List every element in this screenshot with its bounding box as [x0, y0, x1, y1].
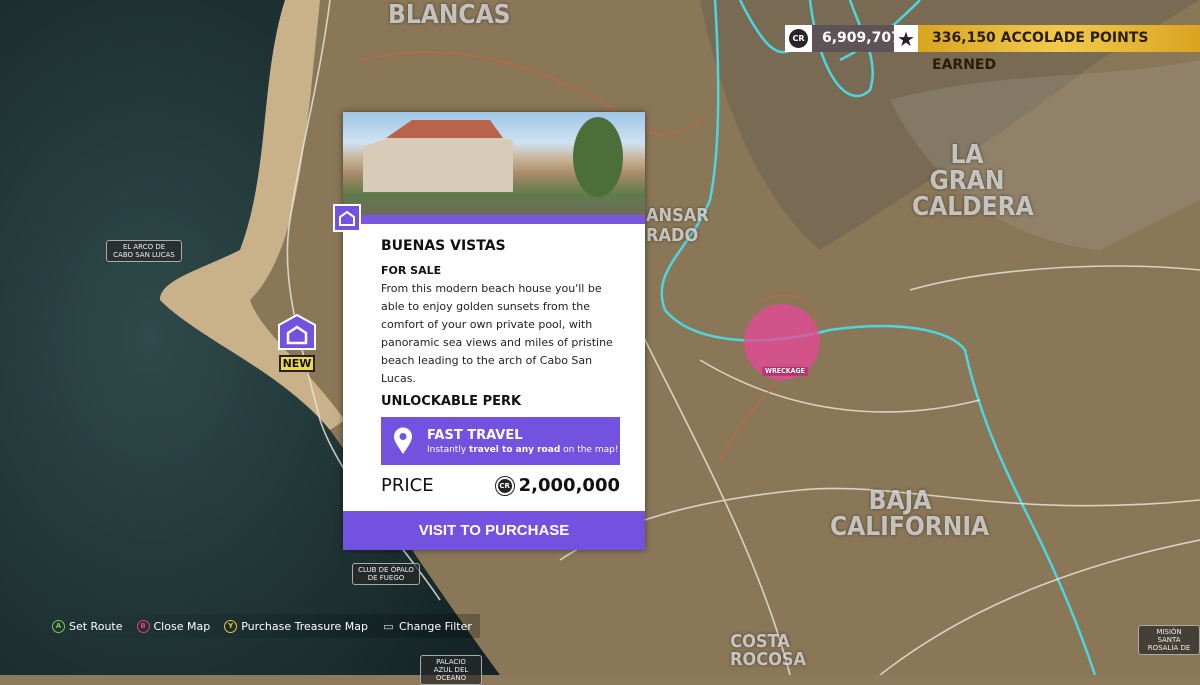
perk-heading: UNLOCKABLE PERK [381, 394, 522, 409]
star-icon: ★ [894, 25, 919, 52]
region-label: RADO [646, 225, 699, 246]
house-info-card: BUENAS VISTAS FOR SALE From this modern … [333, 112, 645, 550]
region-label: ANSAR [646, 205, 709, 226]
price-label: PRICE [381, 475, 434, 496]
property-status: FOR SALE [381, 264, 442, 277]
region-label: BAJA CALIFORNIA [830, 486, 990, 542]
price-value: CR 2,000,000 [494, 475, 620, 496]
wreckage-label: WRECKAGE [762, 367, 808, 376]
perk-title: FAST TRAVEL [427, 427, 523, 443]
property-title: BUENAS VISTAS [381, 238, 506, 254]
controller-hints: A Set Route B Close Map Y Purchase Treasure… [44, 614, 480, 638]
credits-icon: CR [785, 25, 812, 52]
perk-description: Instantly travel to any road on the map! [427, 444, 619, 455]
location-tag[interactable]: PALACIO AZUL DEL OCEANO [420, 655, 482, 685]
region-label: BLANCAS [388, 0, 511, 30]
house-photo [343, 112, 645, 215]
house-icon [333, 204, 361, 232]
credits-display: CR 6,909,707 [785, 25, 911, 52]
house-map-marker[interactable]: NEW [277, 313, 317, 373]
accolade-points: 336,150 ACCOLADE POINTS EARNED [918, 25, 1200, 73]
credits-icon: CR [494, 475, 515, 496]
location-pin-icon [394, 427, 412, 454]
perk-box: FAST TRAVEL Instantly travel to any road… [381, 417, 620, 465]
hint-change-filter[interactable]: ▭ Change Filter [382, 620, 472, 633]
b-button-icon: B [136, 619, 150, 633]
hint-close-map[interactable]: B Close Map [136, 619, 210, 633]
view-button-icon: ▭ [383, 619, 394, 633]
region-label: LA GRAN CALDERA [912, 140, 1034, 222]
property-description: From this modern beach house you'll be a… [381, 282, 613, 385]
location-tag[interactable]: EL ARCO DE CABO SAN LUCAS [106, 240, 182, 263]
location-tag[interactable]: CLUB DE ÓPALO DE FUEGO [352, 563, 420, 586]
hint-purchase-treasure-map[interactable]: Y Purchase Treasure Map [224, 619, 368, 633]
a-button-icon: A [52, 619, 65, 633]
y-button-icon: Y [224, 619, 238, 633]
visit-to-purchase-button[interactable]: VISIT TO PURCHASE [343, 511, 645, 550]
accolades-display: ★ 336,150 ACCOLADE POINTS EARNED [894, 25, 1200, 73]
house-icon [278, 313, 316, 350]
location-tag[interactable]: MISIÓN SANTA ROSALÍA DE [1138, 625, 1200, 656]
new-badge: NEW [279, 355, 315, 372]
region-label: COSTA ROCOSA [730, 631, 807, 670]
hint-set-route[interactable]: A Set Route [52, 619, 123, 633]
